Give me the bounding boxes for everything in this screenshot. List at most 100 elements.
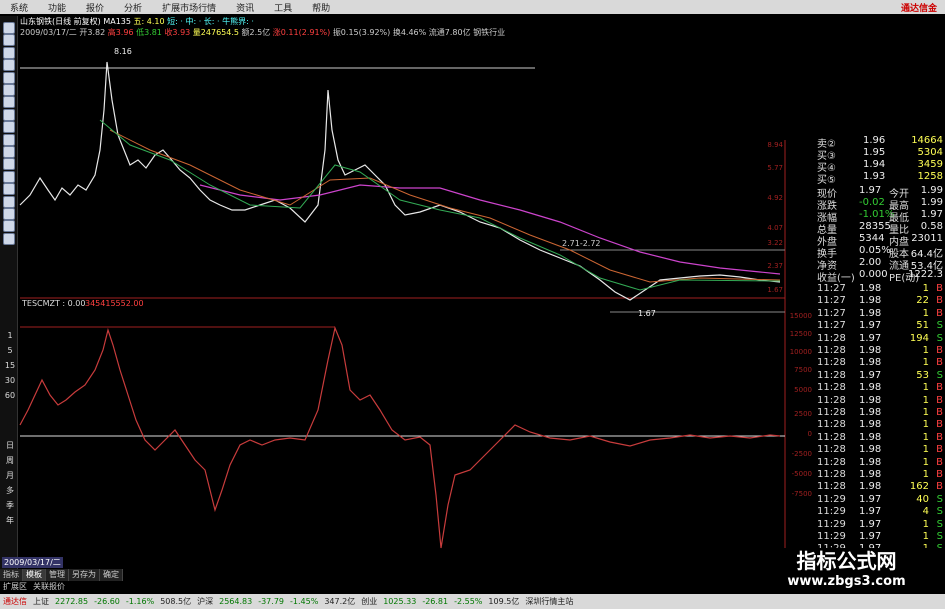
tick-volume: 51 (916, 320, 929, 332)
price-axis-label: 8.94 (767, 141, 783, 149)
tick-time: 11:28 (817, 481, 846, 493)
indicator-axis-label: -2500 (792, 450, 812, 458)
sub-tab[interactable]: 扩展区 (0, 581, 30, 593)
tick-volume: 4 (922, 506, 929, 518)
tick-row: 11:27 1.98 22 B (815, 295, 945, 307)
status-item: 深圳行情主站 (525, 597, 574, 606)
stat-key: 收益(一) (817, 273, 855, 284)
tick-price: 1.98 (859, 345, 882, 356)
tick-price: 1.98 (859, 283, 882, 294)
tick-direction: S (936, 531, 943, 542)
tick-row: 11:28 1.98 1 B (815, 357, 945, 369)
tick-time: 11:29 (817, 506, 846, 518)
ma-long-line (199, 184, 781, 275)
tick-time: 11:28 (817, 382, 846, 394)
tick-time: 11:28 (817, 332, 846, 344)
status-item: -26.60 (94, 597, 120, 606)
tick-time: 11:28 (817, 345, 846, 356)
stat-value: 1.97 (920, 209, 943, 220)
tick-volume: 40 (916, 493, 929, 505)
tick-row: 11:29 1.97 1S (815, 531, 945, 543)
tick-price: 1.98 (859, 419, 882, 431)
indicator-tab[interactable]: 另存为 (69, 569, 100, 581)
status-item: 2564.83 (219, 597, 253, 606)
status-item: -2.55% (454, 597, 483, 606)
tick-price: 1.97 (859, 320, 882, 332)
tick-row: 11:29 1.97 40 S (815, 494, 945, 506)
status-item: 347.2亿 (324, 597, 356, 606)
tick-price: 1.97 (859, 332, 882, 344)
tick-row: 11:28 1.98 1 B (815, 444, 945, 456)
tick-volume: 1 (922, 283, 929, 294)
stat-row: 换手 0.05% 股本 64.4亿 (815, 245, 945, 260)
sub-tab[interactable]: 关联报价 (30, 581, 68, 593)
watermark-url: www.zbgs3.com (787, 574, 906, 589)
price-axis-label: 4.92 (767, 194, 783, 202)
indicator-axis-label: -5000 (792, 470, 812, 478)
tick-direction: B (936, 345, 943, 356)
tick-direction: S (936, 320, 943, 332)
tick-direction: S (936, 369, 943, 381)
status-item: 创业 (361, 597, 378, 606)
stat-value: 1.99 (920, 197, 943, 208)
tick-direction: S (936, 518, 943, 530)
stat-row: 总量 28355 量比 0.58 (815, 221, 945, 236)
price-chart[interactable]: 8.16 1.67 2.71-2.72 8.94 5.77 4.92 4.07 3.22 2.3… (0, 0, 945, 609)
tick-volume: 1 (922, 307, 929, 319)
tick-row: 11:28 1.98 1 B (815, 432, 945, 444)
order-price: 1.96 (863, 135, 886, 146)
sub-tabs: 扩展区 关联报价 (0, 581, 68, 593)
price-axis-label: 1.67 (767, 286, 783, 294)
stat-value: 1.99 (920, 185, 943, 196)
indicator-tab[interactable]: 指标 (0, 569, 23, 581)
tick-time: 11:28 (817, 407, 846, 418)
tick-direction: B (936, 382, 943, 394)
order-volume: 5304 (917, 147, 943, 158)
tick-price: 1.97 (859, 518, 882, 530)
status-item: -26.81 (422, 597, 449, 606)
tick-price: 1.98 (859, 407, 882, 418)
stat-value: 0.000 (859, 269, 888, 280)
tick-row: 11:29 1.97 4 S (815, 506, 945, 518)
tick-time: 11:28 (817, 431, 846, 443)
tick-volume: 53 (916, 369, 929, 381)
order-price: 1.94 (863, 159, 886, 170)
cursor-date: 2009/03/17/二 (2, 557, 63, 568)
stat-row: 涨幅 -1.01% 最低 1.97 (815, 209, 945, 224)
tick-volume: 1 (922, 531, 929, 542)
tick-time: 11:27 (817, 283, 846, 294)
tick-volume: 1 (922, 518, 929, 530)
ma-mid-line (109, 129, 781, 283)
tick-volume: 1 (922, 469, 929, 480)
quote-panel: 卖② 1.96 14664 买③ 1.95 5304 买④ 1.94 3459 买⑤ 1.93 125… (815, 135, 945, 585)
stat-row: 现价 1.97 今开 1.99 (815, 185, 945, 200)
indicator-tab[interactable]: 管理 (46, 569, 69, 581)
tick-row: 11:27 1.97 51 S (815, 320, 945, 332)
status-bar: 通达信 上证 2272.85 -26.60 -1.16% 508.5亿 沪深 2564.83-… (0, 594, 945, 609)
tick-direction: B (936, 357, 943, 369)
tick-time: 11:28 (817, 444, 846, 456)
indicator-axis-label: 2500 (794, 410, 812, 418)
indicator-axis-label: 0 (808, 430, 812, 438)
stat-row: 净资 2.00 流通 53.4亿 (815, 257, 945, 272)
tick-volume: 1 (922, 419, 929, 431)
status-item: 2272.85 (55, 597, 89, 606)
indicator-tab[interactable]: 模板 (23, 569, 46, 581)
tick-time: 11:28 (817, 419, 846, 431)
tick-volume: 1 (922, 456, 929, 468)
status-item: 沪深 (197, 597, 214, 606)
stat-row: 外盘 5344 内盘 23011 (815, 233, 945, 248)
order-price: 1.93 (863, 171, 886, 182)
tick-volume: 1 (922, 357, 929, 369)
tick-price: 1.97 (859, 531, 882, 542)
tick-volume: 22 (916, 295, 929, 307)
tick-direction: B (936, 283, 943, 294)
tick-price: 1.97 (859, 506, 882, 518)
status-item: 通达信 (3, 597, 27, 606)
status-item: -1.16% (125, 597, 155, 606)
tick-row: 11:28 1.98 1 B (815, 407, 945, 419)
stat-value: 28355 (859, 221, 891, 232)
tick-volume: 1 (922, 345, 929, 356)
tick-row: 11:28 1.97 53 S (815, 370, 945, 382)
indicator-tab[interactable]: 确定 (100, 569, 123, 581)
